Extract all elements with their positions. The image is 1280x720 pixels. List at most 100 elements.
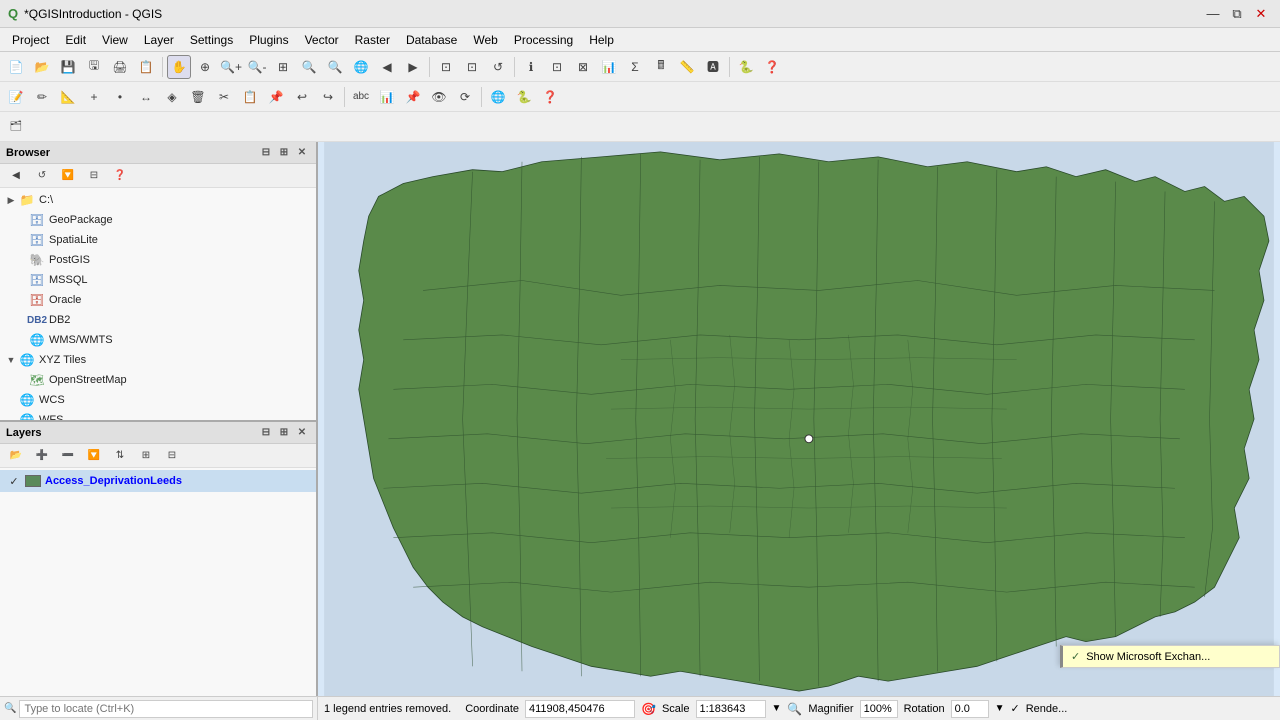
diagram-btn[interactable]: 📊: [375, 85, 399, 109]
rotation-input[interactable]: [951, 700, 989, 718]
node-tool-btn[interactable]: ◈: [160, 85, 184, 109]
menu-raster[interactable]: Raster: [347, 31, 398, 49]
paste-feats-btn[interactable]: 📌: [264, 85, 288, 109]
zoom-out-button[interactable]: 🔍-: [245, 55, 269, 79]
delete-selected-btn[interactable]: 🗑: [186, 85, 210, 109]
locate-input[interactable]: [19, 700, 313, 718]
zoom-in-button[interactable]: 🔍+: [219, 55, 243, 79]
browser-collapse-btn[interactable]: ⊟: [258, 145, 274, 161]
menu-layer[interactable]: Layer: [136, 31, 182, 49]
rotate-labels-btn[interactable]: ⟳: [453, 85, 477, 109]
menu-web[interactable]: Web: [465, 31, 505, 49]
browser-close-btn[interactable]: ✕: [294, 145, 310, 161]
zoom-prev-button[interactable]: ◀: [375, 55, 399, 79]
menu-view[interactable]: View: [94, 31, 136, 49]
current-edits-btn[interactable]: 📝: [4, 85, 28, 109]
layers-expand-btn[interactable]: ⊞: [134, 444, 158, 468]
tree-item-spatialite[interactable]: 🗄 SpatiaLite: [0, 230, 316, 250]
layer-checkbox[interactable]: ✓: [6, 475, 22, 488]
georef-btn[interactable]: 🌐: [486, 85, 510, 109]
menu-settings[interactable]: Settings: [182, 31, 241, 49]
browser-help-btn[interactable]: ❓: [108, 164, 132, 188]
zoom-rubber-band-button[interactable]: ⊞: [271, 55, 295, 79]
measure-button[interactable]: 📏: [675, 55, 699, 79]
tree-item-wms[interactable]: 🌐 WMS/WMTS: [0, 330, 316, 350]
show-unhide-btn[interactable]: 👁: [427, 85, 451, 109]
touch-pan-button[interactable]: ⊡: [460, 55, 484, 79]
menu-project[interactable]: Project: [4, 31, 57, 49]
map-canvas[interactable]: [318, 142, 1280, 696]
help2-btn[interactable]: ❓: [538, 85, 562, 109]
close-button[interactable]: ✕: [1250, 3, 1272, 25]
deselect-button[interactable]: ⊠: [571, 55, 595, 79]
layers-open-btn[interactable]: 📂: [4, 444, 28, 468]
layers-add-btn[interactable]: ➕: [30, 444, 54, 468]
rotation-dropdown-icon[interactable]: ▼: [995, 703, 1005, 714]
coordinate-input[interactable]: [525, 700, 635, 718]
digitize-btn[interactable]: ✏: [30, 85, 54, 109]
menu-vector[interactable]: Vector: [297, 31, 347, 49]
help-btn[interactable]: ❓: [760, 55, 784, 79]
menu-database[interactable]: Database: [398, 31, 465, 49]
layers-collapse-all-btn[interactable]: ⊟: [160, 444, 184, 468]
tree-item-postgis[interactable]: 🐘 PostGIS: [0, 250, 316, 270]
zoom-full-button[interactable]: 🌐: [349, 55, 373, 79]
layers-remove-btn[interactable]: ➖: [56, 444, 80, 468]
browser-filter-btn[interactable]: 🔽: [56, 164, 80, 188]
save-as-button[interactable]: 🖫: [82, 55, 106, 79]
browser-refresh-btn[interactable]: ↺: [30, 164, 54, 188]
menu-plugins[interactable]: Plugins: [241, 31, 296, 49]
refresh-button[interactable]: ↺: [486, 55, 510, 79]
scale-input[interactable]: [696, 700, 766, 718]
maximize-button[interactable]: ⧉: [1226, 3, 1248, 25]
zoom-to-layer-button[interactable]: 🔍: [323, 55, 347, 79]
tree-item-geopackage[interactable]: 🗄 GeoPackage: [0, 210, 316, 230]
tree-item-mssql[interactable]: 🗄 MSSQL: [0, 270, 316, 290]
label-tool-btn[interactable]: abc: [349, 85, 373, 109]
extra-btn1[interactable]: 🗂: [4, 115, 28, 139]
menu-help[interactable]: Help: [581, 31, 622, 49]
add-record-btn[interactable]: +: [82, 85, 106, 109]
touch-zoom-button[interactable]: ⊡: [434, 55, 458, 79]
select-feats-button[interactable]: ⊡: [545, 55, 569, 79]
annot-button[interactable]: 🅰: [701, 55, 725, 79]
layer-item-access-dep[interactable]: ✓ Access_DeprivationLeeds: [0, 470, 316, 492]
open-project-button[interactable]: 📂: [30, 55, 54, 79]
zoom-next-button[interactable]: ▶: [401, 55, 425, 79]
layers-collapse-btn[interactable]: ⊟: [258, 425, 274, 441]
pan-to-selection-button[interactable]: ⊕: [193, 55, 217, 79]
layers-float-btn[interactable]: ⊞: [276, 425, 292, 441]
tree-item-wcs[interactable]: 🌐 WCS: [0, 390, 316, 410]
add-point-btn[interactable]: •: [108, 85, 132, 109]
notification-popup[interactable]: ✓ Show Microsoft Exchan...: [1060, 645, 1280, 668]
layers-close-btn[interactable]: ✕: [294, 425, 310, 441]
browser-collapse-all-btn[interactable]: ⊟: [82, 164, 106, 188]
minimize-button[interactable]: —: [1202, 3, 1224, 25]
tree-item-wfs[interactable]: 🌐 WFS: [0, 410, 316, 420]
tree-item-db2[interactable]: DB2 DB2: [0, 310, 316, 330]
new-project-button[interactable]: 📄: [4, 55, 28, 79]
menu-processing[interactable]: Processing: [506, 31, 581, 49]
menu-edit[interactable]: Edit: [57, 31, 94, 49]
open-attr-button[interactable]: 📊: [597, 55, 621, 79]
save-project-button[interactable]: 💾: [56, 55, 80, 79]
move-feat-btn[interactable]: ↔: [134, 85, 158, 109]
print-atlas-button[interactable]: 📋: [134, 55, 158, 79]
calc-button[interactable]: 🖩: [649, 55, 673, 79]
layers-sort-btn[interactable]: ⇅: [108, 444, 132, 468]
tree-item-osm[interactable]: 🗺 OpenStreetMap: [0, 370, 316, 390]
stat-summ-button[interactable]: Σ: [623, 55, 647, 79]
edit-btn[interactable]: 📐: [56, 85, 80, 109]
magnifier-input[interactable]: [860, 700, 898, 718]
redo-btn[interactable]: ↪: [316, 85, 340, 109]
tree-item-oracle[interactable]: 🗄 Oracle: [0, 290, 316, 310]
print-layout-button[interactable]: 🖨: [108, 55, 132, 79]
pan-map-button[interactable]: ✋: [167, 55, 191, 79]
undo-btn[interactable]: ↩: [290, 85, 314, 109]
tree-item-xyz[interactable]: ▼ 🌐 XYZ Tiles: [0, 350, 316, 370]
cut-feats-btn[interactable]: ✂: [212, 85, 236, 109]
identify-button[interactable]: ℹ: [519, 55, 543, 79]
python-btn[interactable]: 🐍: [734, 55, 758, 79]
zoom-to-selection-button[interactable]: 🔍: [297, 55, 321, 79]
browser-float-btn[interactable]: ⊞: [276, 145, 292, 161]
